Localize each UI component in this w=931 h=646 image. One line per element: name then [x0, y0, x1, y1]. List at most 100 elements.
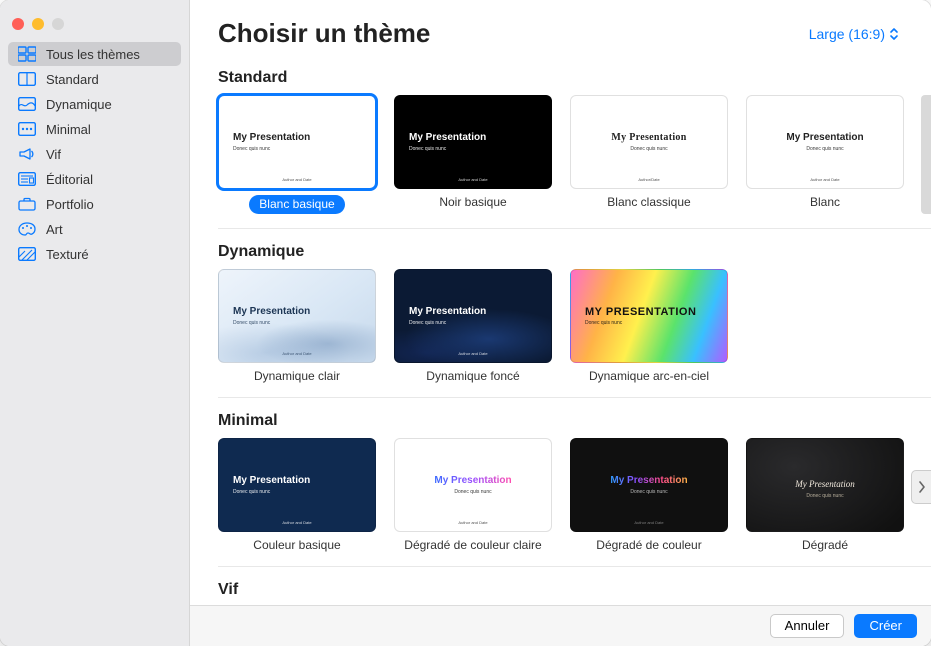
chevron-updown-icon: [889, 27, 899, 41]
theme-dynamique-fonce[interactable]: My Presentation Donec quis nunc Author a…: [394, 269, 552, 383]
sidebar-item-all-themes[interactable]: Tous les thèmes: [8, 42, 181, 66]
dots-icon: [18, 121, 36, 137]
aspect-ratio-picker[interactable]: Large (16:9): [805, 24, 903, 44]
minimize-window-button[interactable]: [32, 18, 44, 30]
sidebar-item-standard[interactable]: Standard: [8, 67, 181, 91]
thumb-author: Author/Date: [638, 177, 659, 182]
theme-chooser-window: Tous les thèmes Standard Dynamique Minim…: [0, 0, 931, 646]
theme-label: Dynamique foncé: [426, 369, 519, 383]
sidebar-item-label: Texturé: [46, 247, 89, 262]
theme-row-dynamique: My Presentation Donec quis nunc Author a…: [218, 269, 931, 398]
window-body: Tous les thèmes Standard Dynamique Minim…: [0, 0, 931, 646]
zoom-window-button[interactable]: [52, 18, 64, 30]
theme-thumbnail: MY PRESENTATION Donec quis nunc: [570, 269, 728, 363]
palette-icon: [18, 221, 36, 237]
theme-label: Dynamique clair: [254, 369, 340, 383]
sidebar-item-texture[interactable]: Texturé: [8, 242, 181, 266]
thumb-subtitle: Donec quis nunc: [806, 146, 843, 152]
theme-degrade-couleur-claire[interactable]: My Presentation Donec quis nunc Author a…: [394, 438, 552, 552]
sidebar-item-editorial[interactable]: Éditorial: [8, 167, 181, 191]
thumb-author: Author and Date: [458, 351, 487, 356]
thumb-subtitle: Donec quis nunc: [233, 489, 270, 495]
theme-thumbnail: My Presentation Donec quis nunc Author a…: [746, 95, 904, 189]
row-overflow-peek[interactable]: [921, 95, 931, 214]
theme-dynamique-arc-en-ciel[interactable]: MY PRESENTATION Donec quis nunc Dynamiqu…: [570, 269, 728, 383]
thumb-subtitle: Donec quis nunc: [806, 493, 843, 499]
thumb-title: My Presentation: [409, 132, 486, 143]
sidebar-item-art[interactable]: Art: [8, 217, 181, 241]
theme-label: Blanc classique: [607, 195, 690, 209]
theme-thumbnail: My Presentation Donec quis nunc Author a…: [394, 95, 552, 189]
theme-thumbnail: My Presentation Donec quis nunc: [746, 438, 904, 532]
megaphone-icon: [18, 146, 36, 162]
theme-row-standard: My Presentation Donec quis nunc Author a…: [218, 95, 931, 229]
theme-scroll-area[interactable]: Standard My Presentation Donec quis nunc…: [190, 55, 931, 605]
sidebar-item-minimal[interactable]: Minimal: [8, 117, 181, 141]
theme-blanc[interactable]: My Presentation Donec quis nunc Author a…: [746, 95, 904, 214]
page-title: Choisir un thème: [218, 18, 430, 49]
sidebar-item-vif[interactable]: Vif: [8, 142, 181, 166]
theme-label: Dégradé de couleur claire: [404, 538, 541, 552]
theme-thumbnail: My Presentation Donec quis nunc Author a…: [394, 269, 552, 363]
theme-label: Dégradé: [802, 538, 848, 552]
theme-noir-basique[interactable]: My Presentation Donec quis nunc Author a…: [394, 95, 552, 214]
section-title-vif: Vif: [218, 581, 931, 599]
theme-thumbnail: My Presentation Donec quis nunc Author a…: [218, 95, 376, 189]
theme-dynamique-clair[interactable]: My Presentation Donec quis nunc Author a…: [218, 269, 376, 383]
cancel-button[interactable]: Annuler: [770, 614, 845, 638]
sidebar-item-dynamique[interactable]: Dynamique: [8, 92, 181, 116]
thumb-subtitle: Donec quis nunc: [630, 489, 667, 495]
sidebar-item-label: Minimal: [46, 122, 91, 137]
thumb-subtitle: Donec quis nunc: [233, 320, 270, 326]
window-controls: [0, 8, 189, 42]
thumb-title: My Presentation: [611, 132, 686, 143]
theme-label: Dynamique arc-en-ciel: [589, 369, 709, 383]
create-button[interactable]: Créer: [854, 614, 917, 638]
thumb-subtitle: Donec quis nunc: [585, 320, 622, 326]
theme-label: Dégradé de couleur: [596, 538, 701, 552]
thumb-title: My Presentation: [795, 479, 854, 489]
thumb-title: My Presentation: [233, 306, 310, 317]
main-header: Choisir un thème Large (16:9): [190, 0, 931, 55]
sidebar-item-label: Art: [46, 222, 63, 237]
thumb-title: My Presentation: [409, 306, 486, 317]
wave-icon: [18, 96, 36, 112]
news-icon: [18, 171, 36, 187]
section-title-minimal: Minimal: [218, 412, 931, 430]
thumb-title: MY PRESENTATION: [585, 306, 696, 318]
sidebar-item-portfolio[interactable]: Portfolio: [8, 192, 181, 216]
thumb-author: Author and Date: [458, 177, 487, 182]
theme-degrade[interactable]: My Presentation Donec quis nunc Dégradé: [746, 438, 904, 552]
briefcase-icon: [18, 196, 36, 212]
close-window-button[interactable]: [12, 18, 24, 30]
theme-thumbnail: My Presentation Donec quis nunc Author a…: [218, 269, 376, 363]
section-title-dynamique: Dynamique: [218, 243, 931, 261]
sidebar-item-label: Tous les thèmes: [46, 47, 140, 62]
thumb-author: Author and Date: [458, 520, 487, 525]
sidebar: Tous les thèmes Standard Dynamique Minim…: [0, 0, 190, 646]
theme-blanc-basique[interactable]: My Presentation Donec quis nunc Author a…: [218, 95, 376, 214]
thumb-title: My Presentation: [233, 475, 310, 486]
theme-degrade-couleur[interactable]: My Presentation Donec quis nunc Author a…: [570, 438, 728, 552]
sidebar-item-label: Standard: [46, 72, 99, 87]
grid-all-icon: [18, 46, 36, 62]
row-scroll-right-button[interactable]: [911, 470, 931, 504]
theme-thumbnail: My Presentation Donec quis nunc Author/D…: [570, 95, 728, 189]
theme-row-minimal: My Presentation Donec quis nunc Author a…: [218, 438, 931, 567]
theme-label: Noir basique: [439, 195, 506, 209]
thumb-author: Author and Date: [282, 520, 311, 525]
sidebar-item-label: Dynamique: [46, 97, 112, 112]
thumb-author: Author and Date: [810, 177, 839, 182]
section-title-standard: Standard: [218, 69, 931, 87]
thumb-subtitle: Donec quis nunc: [409, 146, 446, 152]
theme-blanc-classique[interactable]: My Presentation Donec quis nunc Author/D…: [570, 95, 728, 214]
aspect-ratio-label: Large (16:9): [809, 26, 885, 42]
thumb-subtitle: Donec quis nunc: [233, 146, 270, 152]
theme-thumbnail: My Presentation Donec quis nunc Author a…: [394, 438, 552, 532]
thumb-author: Author and Date: [282, 351, 311, 356]
thumb-title: My Presentation: [434, 475, 511, 486]
theme-thumbnail: My Presentation Donec quis nunc Author a…: [218, 438, 376, 532]
theme-label: Blanc basique: [249, 195, 344, 214]
theme-couleur-basique[interactable]: My Presentation Donec quis nunc Author a…: [218, 438, 376, 552]
category-list: Tous les thèmes Standard Dynamique Minim…: [0, 42, 189, 266]
